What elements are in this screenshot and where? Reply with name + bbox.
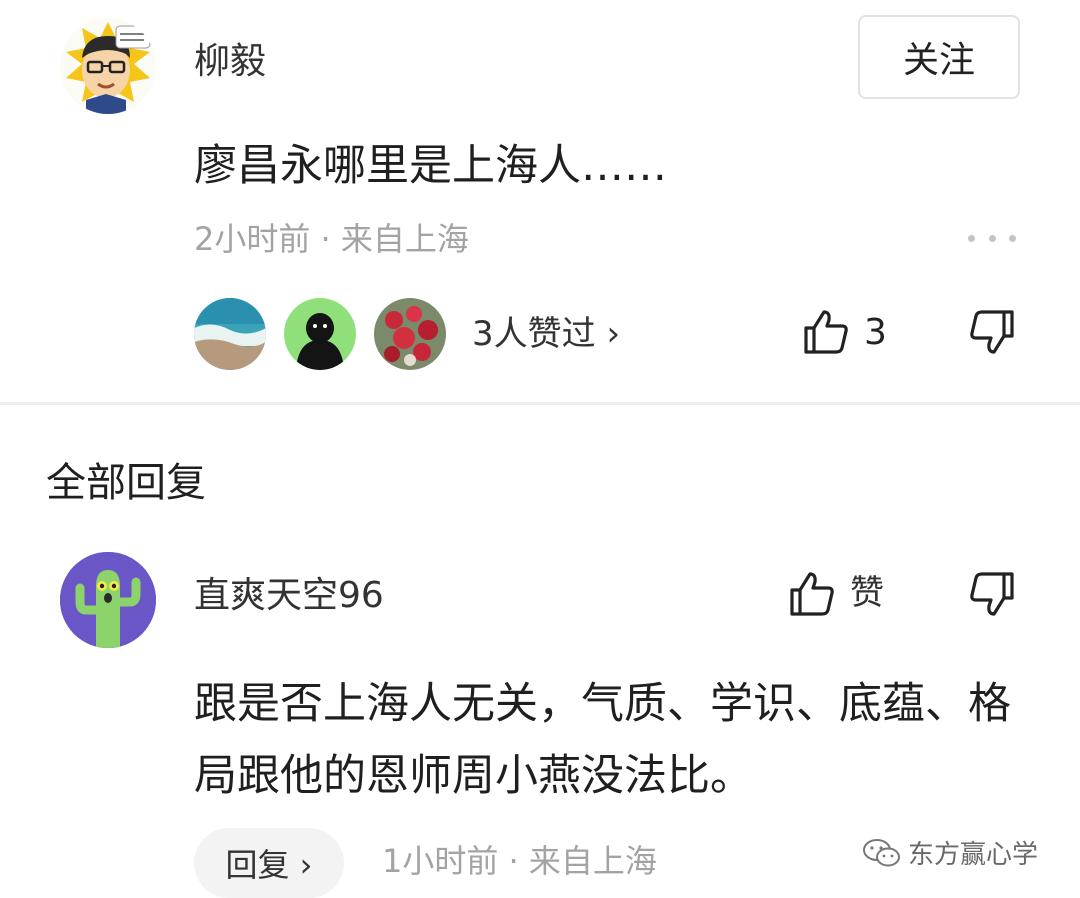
thumbs-up-icon[interactable] bbox=[800, 306, 852, 358]
all-replies-heading: 全部回复 bbox=[46, 460, 206, 506]
commenter-avatar[interactable] bbox=[60, 18, 156, 114]
comment-detail-page: 柳毅 关注 廖昌永哪里是上海人…… 2小时前 · 来自上海 3人赞过 › 3 全… bbox=[0, 0, 1080, 898]
watermark: 东方赢心学 bbox=[862, 834, 1038, 871]
replier-username[interactable]: 直爽天空96 bbox=[194, 572, 384, 620]
thumbs-down-icon[interactable] bbox=[966, 568, 1018, 620]
more-dots-icon[interactable] bbox=[968, 222, 1016, 254]
liker-avatar-flowers[interactable] bbox=[374, 298, 446, 370]
like-count: 3 bbox=[864, 312, 887, 353]
comment-meta: 2小时前 · 来自上海 bbox=[194, 220, 469, 258]
reply-text: 跟是否上海人无关，气质、学识、底蕴、格局跟他的恩师周小燕没法比。 bbox=[194, 679, 1011, 801]
liker-avatar-beach[interactable] bbox=[194, 298, 266, 370]
commenter-username[interactable]: 柳毅 bbox=[194, 38, 266, 86]
dot bbox=[988, 234, 996, 242]
reply-button[interactable]: 回复 › bbox=[194, 828, 344, 898]
thumbs-down-icon[interactable] bbox=[966, 306, 1018, 358]
dot bbox=[1009, 234, 1016, 242]
liker-avatar-figure[interactable] bbox=[284, 298, 356, 370]
reply-meta: 1小时前 · 来自上海 bbox=[382, 842, 657, 880]
replier-avatar[interactable] bbox=[60, 552, 156, 648]
reply-like-label[interactable]: 赞 bbox=[850, 570, 884, 616]
thumbs-up-icon[interactable] bbox=[786, 568, 838, 620]
watermark-text: 东方赢心学 bbox=[908, 840, 1039, 870]
wechat-icon bbox=[863, 838, 900, 866]
section-divider bbox=[0, 402, 1080, 405]
follow-button[interactable]: 关注 bbox=[858, 15, 1020, 99]
dot bbox=[968, 234, 975, 242]
likers-summary-link[interactable]: 3人赞过 › bbox=[472, 312, 620, 356]
comment-text: 廖昌永哪里是上海人…… bbox=[194, 141, 667, 191]
